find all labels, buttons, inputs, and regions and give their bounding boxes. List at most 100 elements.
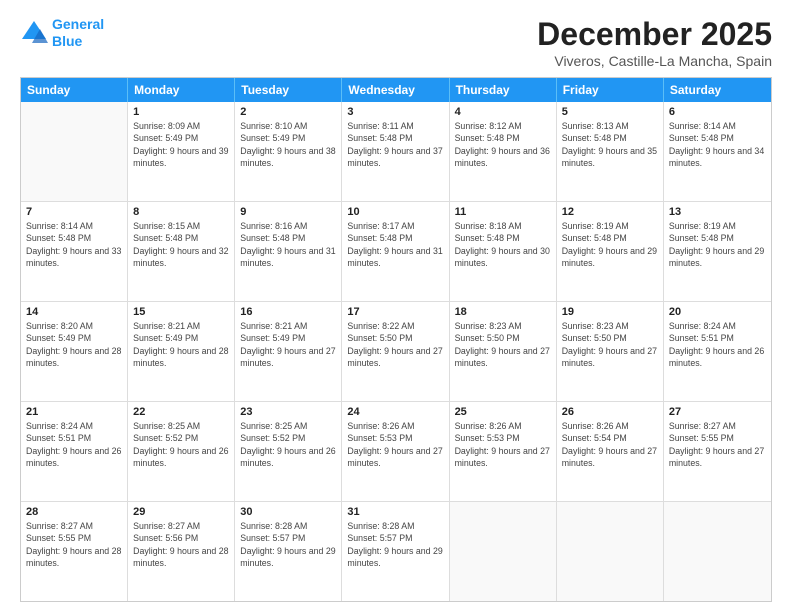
empty-cell	[21, 102, 128, 201]
day-info: Sunrise: 8:14 AMSunset: 5:48 PMDaylight:…	[26, 220, 122, 269]
calendar-day-cell: 25 Sunrise: 8:26 AMSunset: 5:53 PMDayligh…	[450, 402, 557, 501]
day-number: 29	[133, 506, 229, 518]
calendar: SundayMondayTuesdayWednesdayThursdayFrid…	[20, 77, 772, 602]
day-number: 30	[240, 506, 336, 518]
calendar-day-cell: 31Sunrise: 8:28 AMSunset: 5:57 PMDayligh…	[342, 502, 449, 601]
day-info: Sunrise: 8:27 AMSunset: 5:55 PMDaylight:…	[669, 420, 766, 469]
calendar-day-cell: 7 Sunrise: 8:14 AMSunset: 5:48 PMDaylight…	[21, 202, 128, 301]
day-of-week-header: Thursday	[450, 78, 557, 102]
day-info: Sunrise: 8:28 AMSunset: 5:57 PMDaylight:…	[240, 520, 336, 569]
calendar-week-row: 28 Sunrise: 8:27 AMSunset: 5:55 PMDayligh…	[21, 502, 771, 601]
calendar-day-cell: 3Sunrise: 8:11 AMSunset: 5:48 PMDaylight…	[342, 102, 449, 201]
logo: General Blue	[20, 16, 104, 50]
day-number: 20	[669, 306, 766, 318]
calendar-day-cell: 28 Sunrise: 8:27 AMSunset: 5:55 PMDayligh…	[21, 502, 128, 601]
calendar-day-cell: 18Sunrise: 8:23 AMSunset: 5:50 PMDayligh…	[450, 302, 557, 401]
day-info: Sunrise: 8:24 AMSunset: 5:51 PMDaylight:…	[669, 320, 766, 369]
month-title: December 2025	[537, 16, 772, 53]
calendar-day-cell: 13Sunrise: 8:19 AMSunset: 5:48 PMDayligh…	[664, 202, 771, 301]
calendar-day-cell: 12 Sunrise: 8:19 AMSunset: 5:48 PMDayligh…	[557, 202, 664, 301]
day-number: 24	[347, 406, 443, 418]
day-info: Sunrise: 8:28 AMSunset: 5:57 PMDaylight:…	[347, 520, 443, 569]
day-number: 23	[240, 406, 336, 418]
day-info: Sunrise: 8:16 AMSunset: 5:48 PMDaylight:…	[240, 220, 336, 269]
title-block: December 2025 Viveros, Castille-La Manch…	[537, 16, 772, 69]
calendar-day-cell: 1Sunrise: 8:09 AMSunset: 5:49 PMDaylight…	[128, 102, 235, 201]
header: General Blue December 2025 Viveros, Cast…	[20, 16, 772, 69]
calendar-day-cell: 26 Sunrise: 8:26 AMSunset: 5:54 PMDayligh…	[557, 402, 664, 501]
day-info: Sunrise: 8:26 AMSunset: 5:53 PMDaylight:…	[347, 420, 443, 469]
empty-cell	[557, 502, 664, 601]
day-number: 22	[133, 406, 229, 418]
calendar-day-cell: 17 Sunrise: 8:22 AMSunset: 5:50 PMDayligh…	[342, 302, 449, 401]
day-of-week-header: Saturday	[664, 78, 771, 102]
day-info: Sunrise: 8:21 AMSunset: 5:49 PMDaylight:…	[133, 320, 229, 369]
calendar-week-row: 21Sunrise: 8:24 AMSunset: 5:51 PMDayligh…	[21, 402, 771, 502]
calendar-day-cell: 14 Sunrise: 8:20 AMSunset: 5:49 PMDayligh…	[21, 302, 128, 401]
day-number: 19	[562, 306, 658, 318]
day-number: 18	[455, 306, 551, 318]
day-info: Sunrise: 8:26 AMSunset: 5:54 PMDaylight:…	[562, 420, 658, 469]
calendar-day-cell: 8 Sunrise: 8:15 AMSunset: 5:48 PMDaylight…	[128, 202, 235, 301]
day-info: Sunrise: 8:11 AMSunset: 5:48 PMDaylight:…	[347, 120, 443, 169]
empty-cell	[664, 502, 771, 601]
day-of-week-header: Friday	[557, 78, 664, 102]
page: General Blue December 2025 Viveros, Cast…	[0, 0, 792, 612]
day-of-week-header: Wednesday	[342, 78, 449, 102]
day-number: 26	[562, 406, 658, 418]
calendar-day-cell: 19 Sunrise: 8:23 AMSunset: 5:50 PMDayligh…	[557, 302, 664, 401]
day-number: 14	[26, 306, 122, 318]
day-info: Sunrise: 8:20 AMSunset: 5:49 PMDaylight:…	[26, 320, 122, 369]
day-number: 9	[240, 206, 336, 218]
calendar-day-cell: 15 Sunrise: 8:21 AMSunset: 5:49 PMDayligh…	[128, 302, 235, 401]
day-number: 11	[455, 206, 551, 218]
day-info: Sunrise: 8:23 AMSunset: 5:50 PMDaylight:…	[562, 320, 658, 369]
logo-text: General Blue	[52, 16, 104, 50]
day-info: Sunrise: 8:15 AMSunset: 5:48 PMDaylight:…	[133, 220, 229, 269]
day-info: Sunrise: 8:13 AMSunset: 5:48 PMDaylight:…	[562, 120, 658, 169]
calendar-day-cell: 29 Sunrise: 8:27 AMSunset: 5:56 PMDayligh…	[128, 502, 235, 601]
day-info: Sunrise: 8:14 AMSunset: 5:48 PMDaylight:…	[669, 120, 766, 169]
calendar-day-cell: 6Sunrise: 8:14 AMSunset: 5:48 PMDaylight…	[664, 102, 771, 201]
day-info: Sunrise: 8:19 AMSunset: 5:48 PMDaylight:…	[562, 220, 658, 269]
calendar-header-row: SundayMondayTuesdayWednesdayThursdayFrid…	[21, 78, 771, 102]
empty-cell	[450, 502, 557, 601]
day-info: Sunrise: 8:22 AMSunset: 5:50 PMDaylight:…	[347, 320, 443, 369]
day-info: Sunrise: 8:17 AMSunset: 5:48 PMDaylight:…	[347, 220, 443, 269]
day-number: 12	[562, 206, 658, 218]
calendar-week-row: 14 Sunrise: 8:20 AMSunset: 5:49 PMDayligh…	[21, 302, 771, 402]
calendar-day-cell: 24 Sunrise: 8:26 AMSunset: 5:53 PMDayligh…	[342, 402, 449, 501]
day-number: 17	[347, 306, 443, 318]
day-info: Sunrise: 8:10 AMSunset: 5:49 PMDaylight:…	[240, 120, 336, 169]
day-info: Sunrise: 8:27 AMSunset: 5:56 PMDaylight:…	[133, 520, 229, 569]
calendar-day-cell: 4Sunrise: 8:12 AMSunset: 5:48 PMDaylight…	[450, 102, 557, 201]
day-number: 16	[240, 306, 336, 318]
day-info: Sunrise: 8:24 AMSunset: 5:51 PMDaylight:…	[26, 420, 122, 469]
day-of-week-header: Monday	[128, 78, 235, 102]
day-number: 10	[347, 206, 443, 218]
logo-icon	[20, 19, 48, 47]
day-number: 28	[26, 506, 122, 518]
calendar-body: 1Sunrise: 8:09 AMSunset: 5:49 PMDaylight…	[21, 102, 771, 601]
calendar-day-cell: 2 Sunrise: 8:10 AMSunset: 5:49 PMDaylight…	[235, 102, 342, 201]
day-number: 5	[562, 106, 658, 118]
calendar-day-cell: 21Sunrise: 8:24 AMSunset: 5:51 PMDayligh…	[21, 402, 128, 501]
day-info: Sunrise: 8:09 AMSunset: 5:49 PMDaylight:…	[133, 120, 229, 169]
day-number: 2	[240, 106, 336, 118]
day-info: Sunrise: 8:27 AMSunset: 5:55 PMDaylight:…	[26, 520, 122, 569]
day-number: 7	[26, 206, 122, 218]
day-number: 8	[133, 206, 229, 218]
calendar-day-cell: 11Sunrise: 8:18 AMSunset: 5:48 PMDayligh…	[450, 202, 557, 301]
day-number: 25	[455, 406, 551, 418]
day-number: 15	[133, 306, 229, 318]
day-info: Sunrise: 8:26 AMSunset: 5:53 PMDaylight:…	[455, 420, 551, 469]
calendar-day-cell: 16Sunrise: 8:21 AMSunset: 5:49 PMDayligh…	[235, 302, 342, 401]
day-of-week-header: Sunday	[21, 78, 128, 102]
calendar-day-cell: 22Sunrise: 8:25 AMSunset: 5:52 PMDayligh…	[128, 402, 235, 501]
calendar-week-row: 7 Sunrise: 8:14 AMSunset: 5:48 PMDaylight…	[21, 202, 771, 302]
day-number: 13	[669, 206, 766, 218]
calendar-day-cell: 9 Sunrise: 8:16 AMSunset: 5:48 PMDaylight…	[235, 202, 342, 301]
calendar-day-cell: 5 Sunrise: 8:13 AMSunset: 5:48 PMDaylight…	[557, 102, 664, 201]
day-of-week-header: Tuesday	[235, 78, 342, 102]
day-info: Sunrise: 8:12 AMSunset: 5:48 PMDaylight:…	[455, 120, 551, 169]
